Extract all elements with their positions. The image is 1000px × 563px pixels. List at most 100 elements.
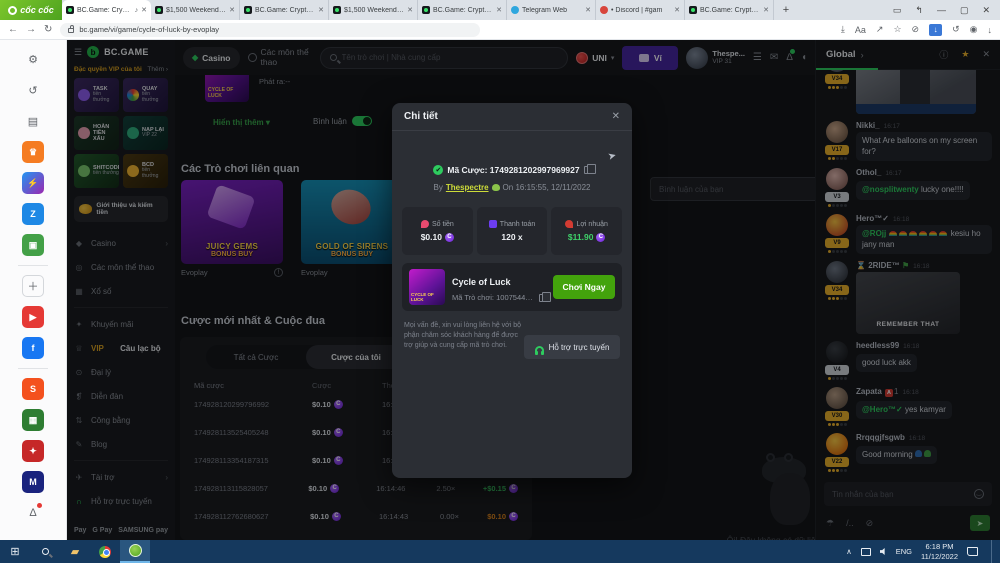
browser-tab-bar: cốc cốc BC.Game: Crypto♪✕ $1,500 Weekend…	[0, 0, 1000, 20]
bcgame-favicon	[66, 6, 74, 14]
youtube-icon[interactable]: ▶	[22, 306, 44, 328]
game-thumbnail[interactable]: CYCLE OF LUCK	[409, 269, 445, 305]
save-page-icon[interactable]: ⤓	[841, 24, 845, 35]
reading-list-icon[interactable]: ▤	[22, 110, 44, 132]
support-note: Mọi vấn đề, xin vui lòng liên hệ với bộ …	[404, 321, 522, 351]
chrome-icon[interactable]	[90, 540, 120, 563]
close-window-button[interactable]: ✕	[982, 5, 990, 16]
bet-author-link[interactable]: Thespectre	[446, 183, 489, 192]
taskbar-search-icon[interactable]	[30, 540, 60, 563]
new-tab-button[interactable]: +	[778, 2, 794, 18]
browser-tab-3[interactable]: BC.Game: Crypto Ca✕	[240, 0, 329, 20]
history-icon[interactable]: ↺	[22, 79, 44, 101]
tab-close-icon[interactable]: ✕	[585, 6, 591, 14]
play-now-button[interactable]: Chơi Ngay	[553, 275, 615, 299]
modal-close-icon[interactable]: ✕	[612, 111, 620, 122]
copy-icon[interactable]	[584, 166, 591, 174]
share-icon[interactable]: ➤	[606, 150, 617, 163]
download-manager-icon[interactable]: ↓	[929, 24, 942, 36]
bet-stats-row: Số tiền $0.10C Thanh toán 120 x Lợi nhuậ…	[402, 207, 622, 255]
browser-toolbar: ← → ↻ bc.game/vi/game/cycle-of-luck-by-e…	[0, 20, 1000, 40]
tab-close-icon[interactable]: ✕	[407, 6, 413, 14]
bcgame-favicon	[422, 6, 430, 14]
notification-dot	[37, 503, 42, 508]
shopee-icon[interactable]: S	[22, 378, 44, 400]
volume-icon[interactable]	[880, 548, 887, 555]
modal-title: Chi tiết	[404, 111, 438, 122]
sync-icon[interactable]: ↺	[952, 24, 960, 35]
start-button[interactable]: ⊞	[0, 540, 30, 563]
language-indicator[interactable]: ENG	[896, 547, 912, 556]
tab-close-icon[interactable]: ✕	[318, 6, 324, 14]
translate-icon[interactable]: Aa	[855, 25, 866, 35]
bet-id-row: ✔ Mã Cược: 1749281202997969927	[392, 165, 632, 175]
stat-payout: Thanh toán 120 x	[477, 207, 548, 255]
maximize-button[interactable]: ▢	[960, 5, 969, 16]
modal-game-card: CYCLE OF LUCK Cycle of Luck Mã Trò chơi:…	[402, 263, 622, 311]
crom-plus-icon[interactable]: ♛	[22, 141, 44, 163]
action-center-icon[interactable]	[967, 547, 978, 556]
bcgame-favicon	[155, 6, 163, 14]
windows-taskbar: ⊞ ▰ ∧ ENG 6:18 PM11/12/2022	[0, 540, 1000, 563]
zalo-icon[interactable]: Z	[22, 203, 44, 225]
browser-tab-8[interactable]: BC.Game: Crypto Ca✕	[685, 0, 774, 20]
bookmark-star-icon[interactable]: ☆	[893, 24, 901, 35]
badminton-icon[interactable]: ✦	[22, 440, 44, 462]
tab-close-icon[interactable]: ✕	[141, 6, 147, 14]
game-name: Cycle of Luck	[452, 277, 511, 287]
coccoc-logo-icon	[8, 6, 17, 15]
stat-profit: Lợi nhuận $11.90C	[551, 207, 622, 255]
downloads-tray-icon[interactable]: ↓	[988, 25, 993, 35]
facebook-icon[interactable]: f	[22, 337, 44, 359]
tab-close-icon[interactable]: ✕	[496, 6, 502, 14]
notifications-bell-icon[interactable]: Δ	[22, 502, 44, 524]
file-explorer-icon[interactable]: ▰	[60, 540, 90, 563]
stat-amount: Số tiền $0.10C	[402, 207, 473, 255]
tab-close-icon[interactable]: ✕	[229, 6, 235, 14]
bet-author-row: By Thespectre On 16:15:55, 12/11/2022	[392, 183, 632, 192]
tab-close-icon[interactable]: ✕	[763, 6, 769, 14]
discord-favicon	[600, 6, 608, 14]
bcgame-favicon	[689, 6, 697, 14]
taskbar-clock[interactable]: 6:18 PM11/12/2022	[921, 542, 958, 561]
games-icon[interactable]: ▣	[22, 234, 44, 256]
adblock-shield-icon[interactable]: ⊘	[912, 24, 920, 35]
browser-tab-6[interactable]: Telegram Web✕	[507, 0, 596, 20]
live-support-button[interactable]: Hỗ trợ trực tuyến	[524, 335, 620, 359]
browser-tab-7[interactable]: • Discord | #gam✕	[596, 0, 685, 20]
share-icon[interactable]: ↗	[876, 24, 884, 35]
add-shortcut-button[interactable]: ＋	[22, 275, 44, 297]
browser-tab-1[interactable]: BC.Game: Crypto♪✕	[62, 0, 151, 20]
coccoc-taskbar-icon[interactable]	[120, 540, 150, 563]
send-to-device-icon[interactable]: ↰	[915, 5, 923, 16]
minimize-button[interactable]: —	[937, 5, 946, 16]
network-icon[interactable]	[861, 548, 871, 556]
payout-icon	[489, 220, 497, 228]
settings-gear-icon[interactable]: ⚙	[22, 48, 44, 70]
address-bar[interactable]: bc.game/vi/game/cycle-of-luck-by-evoplay	[60, 23, 480, 37]
back-button[interactable]: ←	[8, 24, 18, 35]
browser-side-rail: ⚙ ↺ ▤ ♛ ⚡ Z ▣ ＋ ▶ f S ▦ ✦ M Δ ⋯	[0, 40, 67, 540]
mb-bank-icon[interactable]: M	[22, 471, 44, 493]
coccoc-brand[interactable]: cốc cốc	[0, 0, 62, 20]
browser-tab-5[interactable]: BC.Game: Crypto Ca✕	[418, 0, 507, 20]
tab-close-icon[interactable]: ✕	[674, 6, 680, 14]
forward-button[interactable]: →	[26, 24, 36, 35]
shop-icon[interactable]: ▦	[22, 409, 44, 431]
bet-details-modal: Chi tiết ✕ ➤ ✔ Mã Cược: 1749281202997969…	[392, 103, 632, 478]
tab-search-icon[interactable]: ▭	[893, 5, 902, 16]
bcgame-favicon	[333, 6, 341, 14]
tray-chevron-icon[interactable]: ∧	[846, 547, 852, 556]
messenger-icon[interactable]: ⚡	[22, 172, 44, 194]
divider	[18, 265, 48, 266]
reload-button[interactable]: ↻	[44, 24, 52, 35]
modal-header: Chi tiết ✕	[392, 103, 632, 131]
copy-icon[interactable]	[539, 294, 546, 302]
browser-tab-4[interactable]: $1,500 Weekend Evc✕	[329, 0, 418, 20]
coin-icon: C	[596, 233, 605, 242]
profile-icon[interactable]: ◉	[970, 24, 978, 35]
profit-icon	[565, 220, 573, 228]
show-desktop-strip[interactable]	[991, 540, 994, 563]
browser-tab-2[interactable]: $1,500 Weekend Evc✕	[151, 0, 240, 20]
system-tray: ∧ ENG 6:18 PM11/12/2022	[846, 540, 1000, 563]
